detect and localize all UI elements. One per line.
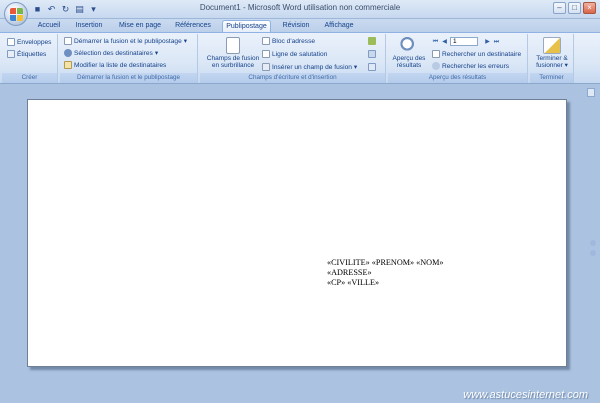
find-recipient-icon [432, 50, 440, 58]
tab-references[interactable]: Références [174, 20, 212, 32]
tab-mise-en-page[interactable]: Mise en page [118, 20, 162, 32]
address-block-label: Bloc d'adresse [272, 37, 316, 45]
close-button[interactable]: × [583, 2, 596, 14]
edit-list-icon [64, 61, 72, 69]
previous-record-icon[interactable]: ◀ [441, 38, 448, 46]
ruler-toggle-icon[interactable] [587, 88, 595, 97]
minimize-button[interactable]: – [553, 2, 566, 14]
select-recipients-button[interactable]: Sélection des destinataires ▾ [64, 49, 158, 57]
edit-recipient-list-label: Modifier la liste de destinataires [74, 61, 167, 69]
insert-merge-field-button[interactable]: Insérer un champ de fusion ▾ [262, 63, 357, 71]
rules-icon [368, 37, 376, 45]
scroll-dot-icon[interactable] [590, 240, 596, 246]
preview-label-1: Aperçu des [392, 55, 426, 62]
start-merge-label: Démarrer la fusion et le publipostage [74, 37, 182, 45]
group-label-creer: Créer [2, 73, 57, 83]
window-title: Document1 - Microsoft Word utilisation n… [199, 3, 401, 12]
greeting-line-label: Ligne de salutation [272, 50, 328, 58]
group-apercu: Aperçu des résultats ⏮ ◀ 1 ▶ ⏭ Recherche… [388, 34, 528, 83]
find-recipient-label: Rechercher un destinataire [442, 50, 522, 58]
scroll-dot-icon[interactable] [590, 250, 596, 256]
merge-line-name: «CIVILITE» «PRENOM» «NOM» [327, 258, 444, 267]
highlight-merge-fields-button[interactable]: Champs de fusion en surbrillance [203, 37, 263, 69]
envelopes-button[interactable]: Enveloppes [7, 38, 51, 46]
next-record-icon[interactable]: ▶ [484, 38, 491, 46]
preview-label-2: résultats [396, 62, 422, 69]
finish-merge-button[interactable]: Terminer & fusionner ▾ [531, 37, 573, 69]
label-sheet-icon [7, 50, 15, 58]
title-bar: ■ ↶ ↻ ▤ ▾ Document1 - Microsoft Word uti… [0, 0, 600, 26]
chevron-down-icon: ▾ [183, 38, 188, 45]
check-errors-label: Rechercher les erreurs [442, 62, 510, 70]
group-label-apercu: Aperçu des résultats [388, 73, 527, 83]
labels-button[interactable]: Étiquettes [7, 50, 46, 58]
preview-results-button[interactable]: Aperçu des résultats [390, 37, 428, 69]
insert-merge-field-label: Insérer un champ de fusion [272, 63, 352, 71]
tab-affichage[interactable]: Affichage [323, 20, 355, 32]
group-terminer: Terminer & fusionner ▾ Terminer [530, 34, 574, 83]
group-demarrer: Démarrer la fusion et le publipostage ▾ … [60, 34, 198, 83]
tab-publipostage[interactable]: Publipostage [222, 20, 271, 32]
record-number-input[interactable]: 1 [450, 37, 478, 46]
record-navigator: ⏮ ◀ 1 ▶ ⏭ [432, 37, 500, 46]
document-workspace[interactable]: «CIVILITE» «PRENOM» «NOM» «ADRESSE» «CP»… [0, 84, 600, 403]
document-icon [64, 37, 72, 45]
document-page[interactable]: «CIVILITE» «PRENOM» «NOM» «ADRESSE» «CP»… [27, 99, 567, 367]
select-recipients-label: Sélection des destinataires [74, 49, 153, 57]
merge-line-address: «ADRESSE» [327, 268, 372, 277]
window-controls: – □ × [553, 2, 596, 14]
ribbon: Enveloppes Étiquettes Créer Démarrer la … [0, 32, 600, 84]
greeting-line-icon [262, 50, 270, 58]
highlight-label-2: en surbrillance [211, 62, 255, 69]
group-champs: Champs de fusion en surbrillance Bloc d'… [200, 34, 386, 83]
first-record-icon[interactable]: ⏮ [432, 38, 439, 46]
merge-line-city: «CP» «VILLE» [327, 278, 380, 287]
group-label-champs: Champs d'écriture et d'insertion [200, 73, 385, 83]
chevron-down-icon: ▾ [564, 62, 568, 69]
tab-insertion[interactable]: Insertion [74, 20, 104, 32]
find-recipient-button[interactable]: Rechercher un destinataire [432, 50, 521, 58]
chevron-down-icon: ▾ [154, 50, 159, 57]
group-label-demarrer: Démarrer la fusion et le publipostage [60, 73, 197, 83]
maximize-button[interactable]: □ [568, 2, 581, 14]
group-label-terminer: Terminer [530, 73, 573, 83]
check-errors-icon [432, 62, 440, 70]
highlight-fields-icon [226, 37, 240, 54]
rules-button[interactable] [368, 37, 376, 45]
magnifier-icon [400, 37, 418, 54]
insert-field-icon [262, 63, 270, 71]
group-creer: Enveloppes Étiquettes Créer [2, 34, 58, 83]
highlight-label-1: Champs de fusion [206, 55, 260, 62]
last-record-icon[interactable]: ⏭ [493, 38, 500, 46]
start-merge-button[interactable]: Démarrer la fusion et le publipostage ▾ [64, 37, 187, 45]
address-block-button[interactable]: Bloc d'adresse [262, 37, 315, 45]
ribbon-tabs: Accueil Insertion Mise en page Référence… [0, 19, 600, 32]
greeting-line-button[interactable]: Ligne de salutation [262, 50, 327, 58]
office-logo-icon [10, 8, 23, 21]
update-labels-icon [368, 63, 376, 71]
envelope-icon [7, 38, 15, 46]
recipients-icon [64, 49, 72, 57]
chevron-down-icon: ▾ [353, 64, 358, 71]
address-merge-fields[interactable]: «CIVILITE» «PRENOM» «NOM» «ADRESSE» «CP»… [327, 258, 443, 288]
update-labels-button[interactable] [368, 63, 376, 71]
browse-object-controls [589, 240, 597, 270]
tab-revision[interactable]: Révision [281, 20, 311, 32]
finish-merge-icon [543, 37, 561, 54]
edit-recipient-list-button[interactable]: Modifier la liste de destinataires [64, 61, 166, 69]
envelopes-label: Enveloppes [17, 38, 52, 46]
office-button[interactable] [4, 2, 28, 26]
address-block-icon [262, 37, 270, 45]
labels-label: Étiquettes [17, 50, 47, 58]
finish-label-1: Terminer & [536, 55, 568, 62]
match-fields-icon [368, 50, 376, 58]
tab-accueil[interactable]: Accueil [36, 20, 62, 32]
match-fields-button[interactable] [368, 50, 376, 58]
check-errors-button[interactable]: Rechercher les erreurs [432, 62, 509, 70]
watermark: www.astucesinternet.com [463, 389, 588, 401]
finish-label-2: fusionner ▾ [536, 62, 568, 69]
